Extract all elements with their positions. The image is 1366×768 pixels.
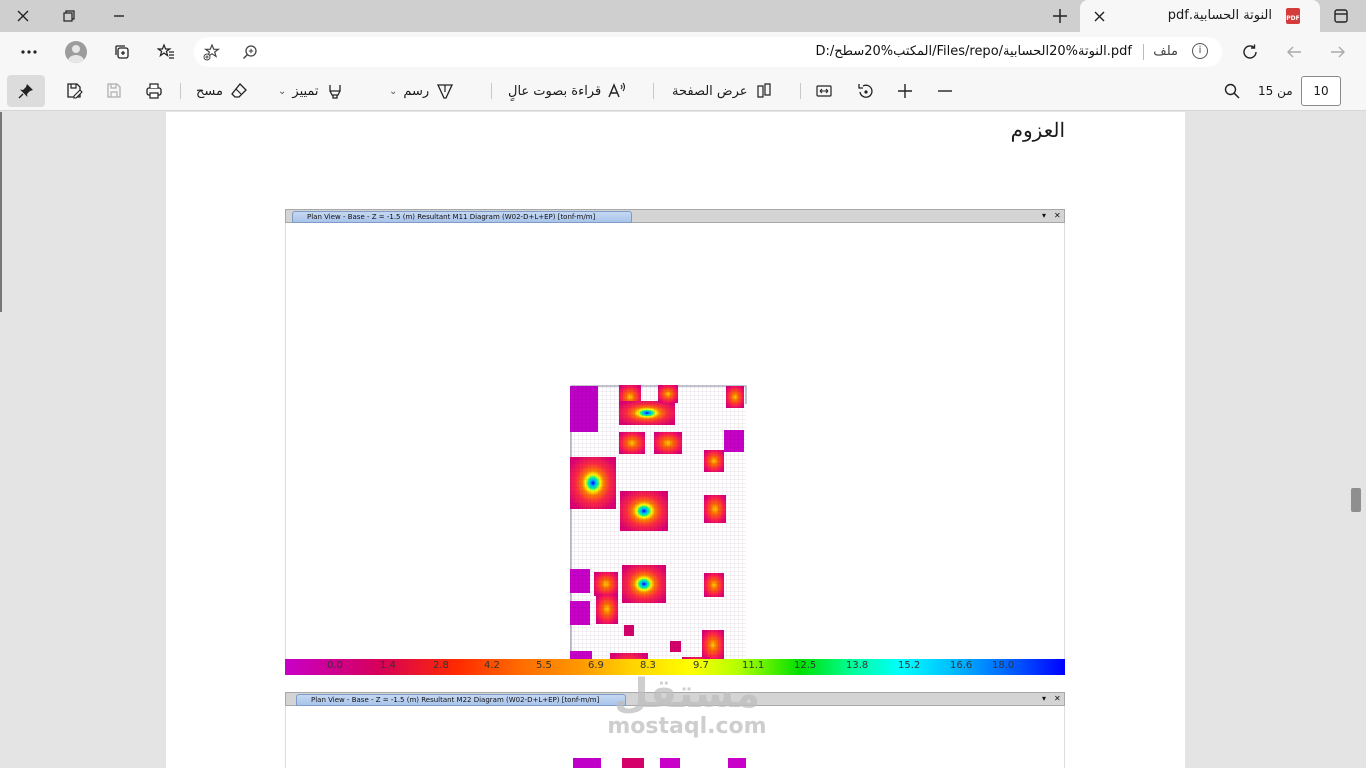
zoom-icon[interactable] [240,42,260,62]
page-view-label: عرض الصفحة [672,83,748,99]
highlighter-icon [325,81,345,101]
address-box[interactable]: D:/المكتب%20سطح/Files/repo/النوتة%20الحس… [194,37,1222,67]
tab-title: النوتة الحسابية.pdf [1167,8,1272,23]
erase-button[interactable]: مسح [196,79,249,103]
read-aloud-button[interactable]: قراءة بصوت عالٍ [508,79,627,103]
legend-tick: 8.3 [640,660,656,671]
favorites-icon[interactable] [153,39,179,65]
toolbar-separator [653,83,654,99]
left-edge-bar [0,112,2,312]
section-heading: العزوم [1010,118,1065,142]
draw-label: رسم [403,83,430,99]
figure1-close-icon: ✕ [1054,211,1061,220]
read-aloud-label: قراءة بصوت عالٍ [508,83,602,99]
watermark-arabic: مستقل [613,671,761,717]
draw-button[interactable]: رسم ⌄ [389,79,455,103]
figure1-plot [285,223,1065,737]
url-text[interactable]: D:/المكتب%20سطح/Files/repo/النوتة%20الحس… [816,44,1133,59]
legend-tick: 6.9 [588,660,604,671]
legend-tick: 12.5 [794,660,817,671]
legend-tick: 2.8 [433,660,449,671]
vertical-scrollbar-thumb[interactable] [1351,488,1361,512]
profile-icon[interactable] [63,39,89,65]
highlight-button[interactable]: تمييز ⌄ [278,79,345,103]
figure2-dropdown-icon: ▾ [1042,694,1047,703]
collections-icon[interactable] [109,39,135,65]
legend-tick: 5.5 [536,660,552,671]
zoom-out-icon[interactable] [935,79,955,103]
address-bar-row: D:/المكتب%20سطح/Files/repo/النوتة%20الحس… [0,32,1366,71]
legend-tick: 13.8 [846,660,869,671]
close-window-icon[interactable] [10,3,36,29]
minimize-window-icon[interactable] [106,3,132,29]
highlight-dropdown-icon[interactable]: ⌄ [278,86,286,97]
save-icon[interactable] [104,79,124,103]
address-separator [1143,44,1144,60]
watermark: مستقل mostaql.com [602,672,772,738]
figure1-window-bar: Plan View - Base - Z = -1.5 (m) Resultan… [285,209,1065,223]
tab-actions-icon[interactable] [1328,3,1354,29]
toolbar-separator [180,83,181,99]
refresh-icon[interactable] [1237,39,1263,65]
legend-tick: 0.0 [327,660,343,671]
figure2-close-icon: ✕ [1054,694,1061,703]
page-count-label: من 15 [1258,84,1293,98]
file-scheme-label: ملف [1153,44,1178,59]
legend-tick: 4.2 [484,660,500,671]
pdf-toolbar: مسح تمييز ⌄ رسم ⌄ قراءة بصوت عالٍ عرض ال… [0,71,1366,111]
pin-toolbar-icon[interactable] [7,75,45,107]
page-view-button[interactable]: عرض الصفحة [672,79,774,103]
pdf-badge-text: PDF [1286,15,1300,22]
highlight-label: تمييز [292,83,319,99]
legend-tick: 11.1 [742,660,765,671]
restore-window-icon[interactable] [56,3,82,29]
search-icon[interactable] [1222,79,1242,103]
legend-tick: 9.7 [693,660,709,671]
legend-tick: 16.6 [950,660,973,671]
document-viewport[interactable]: العزوم Plan View - Base - Z = -1.5 (m) R… [0,112,1366,768]
save-as-icon[interactable] [64,79,84,103]
more-options-icon[interactable] [16,39,42,65]
page-number-input[interactable]: 10 [1301,76,1341,106]
site-info-icon[interactable]: i [1192,43,1208,59]
rotate-icon[interactable] [855,79,875,103]
new-tab-icon[interactable] [1047,3,1073,29]
figure2-title: Plan View - Base - Z = -1.5 (m) Resultan… [296,694,626,706]
watermark-english: mostaql.com [607,714,767,739]
zoom-in-icon[interactable] [895,79,915,103]
pdf-page: العزوم Plan View - Base - Z = -1.5 (m) R… [166,112,1185,768]
forward-icon[interactable] [1281,39,1307,65]
add-favorite-icon[interactable] [202,42,222,62]
toolbar-separator [800,83,801,99]
legend-tick: 15.2 [898,660,921,671]
toolbar-separator [491,83,492,99]
fit-width-icon[interactable] [814,79,834,103]
draw-dropdown-icon[interactable]: ⌄ [389,86,397,97]
eraser-icon [229,81,249,101]
tab-bar: النوتة الحسابية.pdf PDF [0,0,1366,32]
read-aloud-icon [607,81,627,101]
legend-tick: 18.0 [992,660,1015,671]
figure1-title: Plan View - Base - Z = -1.5 (m) Resultan… [292,211,632,223]
erase-label: مسح [196,83,223,99]
pen-icon [435,81,455,101]
page-view-icon [754,81,774,101]
figure1-dropdown-icon: ▾ [1042,211,1047,220]
print-icon[interactable] [144,79,164,103]
back-icon[interactable] [1325,39,1351,65]
close-tab-icon[interactable] [1090,7,1108,25]
active-tab[interactable]: النوتة الحسابية.pdf PDF [1080,0,1320,32]
pdf-file-icon: PDF [1286,8,1300,24]
m11-contour-plan [569,385,747,737]
legend-tick: 1.4 [380,660,396,671]
